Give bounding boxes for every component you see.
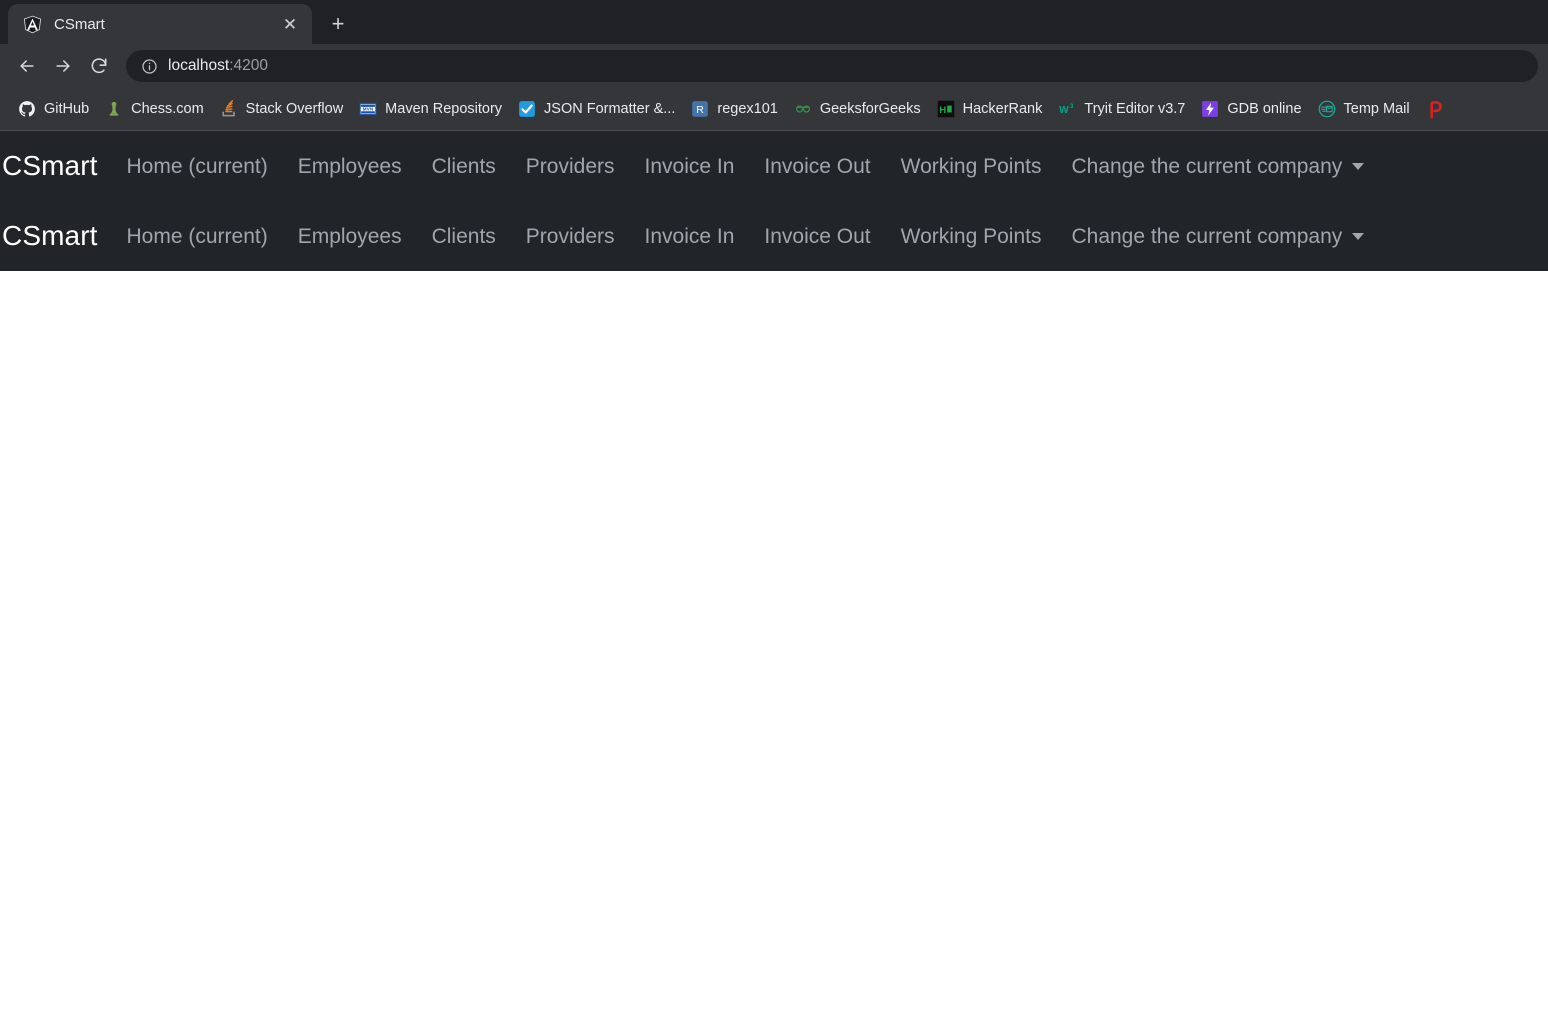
nav-item-employees[interactable]: Employees <box>283 218 417 255</box>
bookmark-chess-com[interactable]: Chess.com <box>97 95 212 123</box>
bookmark-label: Maven Repository <box>385 100 503 117</box>
bookmark-label: regex101 <box>717 100 778 117</box>
browser-toolbar: localhost:4200 <box>0 44 1548 88</box>
stack-overflow-icon <box>220 100 238 118</box>
browser-tab-csmart[interactable]: CSmart ✕ <box>8 4 312 44</box>
github-icon <box>18 100 36 118</box>
bookmark-geeksforgeeks[interactable]: GeeksforGeeks <box>786 95 929 123</box>
nav-item-home[interactable]: Home (current) <box>112 218 283 255</box>
bookmark-hackerrank[interactable]: H HackerRank <box>929 95 1051 123</box>
maven-icon: MVN <box>359 100 377 118</box>
new-tab-button[interactable]: + <box>320 6 356 42</box>
nav-item-clients[interactable]: Clients <box>417 218 511 255</box>
url-text: localhost:4200 <box>168 58 268 74</box>
nav-item-home[interactable]: Home (current) <box>112 148 283 185</box>
nav-item-clients[interactable]: Clients <box>417 148 511 185</box>
url-port: :4200 <box>229 57 268 75</box>
bookmark-stack-overflow[interactable]: Stack Overflow <box>212 95 352 123</box>
bookmark-label: Temp Mail <box>1343 100 1410 117</box>
chevron-down-icon <box>1352 232 1365 240</box>
app-nav-links: Home (current) Employees Clients Provide… <box>112 218 1380 255</box>
bookmark-regex101[interactable]: R regex101 <box>683 95 785 123</box>
back-icon[interactable] <box>10 49 44 83</box>
nav-item-working-points[interactable]: Working Points <box>886 218 1057 255</box>
nav-item-invoice-out[interactable]: Invoice Out <box>749 148 885 185</box>
gdb-lightning-icon <box>1201 100 1219 118</box>
bookmark-label: GDB online <box>1227 100 1302 117</box>
bookmarks-bar: GitHub Chess.com Stack Overflow MVN Mave… <box>0 88 1548 131</box>
hackerrank-icon: H <box>937 100 955 118</box>
bookmark-label: GitHub <box>44 100 90 117</box>
chess-pawn-icon <box>105 100 123 118</box>
company-dropdown[interactable]: Change the current company <box>1056 148 1379 185</box>
bookmark-tryit-editor[interactable]: W 3 Tryit Editor v3.7 <box>1050 95 1193 123</box>
company-dropdown-label: Change the current company <box>1071 154 1343 178</box>
nav-item-working-points[interactable]: Working Points <box>886 148 1057 185</box>
geeksforgeeks-icon <box>794 100 812 118</box>
regex101-icon: R <box>691 100 709 118</box>
bookmark-label: Stack Overflow <box>245 100 344 117</box>
bookmark-pocket[interactable] <box>1418 95 1452 123</box>
w3schools-icon: W 3 <box>1058 100 1076 118</box>
svg-text:H: H <box>939 105 946 115</box>
company-dropdown[interactable]: Change the current company <box>1056 218 1379 255</box>
bookmark-label: HackerRank <box>962 100 1043 117</box>
company-dropdown-label: Change the current company <box>1071 224 1343 248</box>
address-bar[interactable]: localhost:4200 <box>126 50 1538 82</box>
checkbox-blue-icon <box>518 100 536 118</box>
chevron-down-icon <box>1352 162 1365 170</box>
svg-text:MVN: MVN <box>363 107 374 113</box>
svg-text:R: R <box>697 104 705 116</box>
nav-item-invoice-in[interactable]: Invoice In <box>630 218 750 255</box>
site-info-icon[interactable] <box>140 57 158 75</box>
svg-text:W: W <box>1060 105 1070 116</box>
app-navbar-secondary: CSmart Home (current) Employees Clients … <box>0 201 1548 271</box>
tab-strip: CSmart ✕ + <box>0 0 1548 44</box>
web-page-content: CSmart Home (current) Employees Clients … <box>0 131 1548 1029</box>
nav-item-invoice-out[interactable]: Invoice Out <box>749 218 885 255</box>
angular-shield-icon <box>22 14 42 34</box>
url-host: localhost <box>168 57 230 75</box>
pocket-p-icon <box>1426 100 1444 119</box>
bookmark-label: JSON Formatter &... <box>544 100 676 117</box>
app-brand[interactable]: CSmart <box>0 152 112 180</box>
bookmark-gdb-online[interactable]: GDB online <box>1193 95 1309 123</box>
app-brand[interactable]: CSmart <box>0 222 112 250</box>
svg-text:3: 3 <box>1070 104 1074 110</box>
reload-icon[interactable] <box>82 49 116 83</box>
bookmark-github[interactable]: GitHub <box>10 95 97 123</box>
nav-item-providers[interactable]: Providers <box>511 148 630 185</box>
nav-item-invoice-in[interactable]: Invoice In <box>630 148 750 185</box>
browser-window: CSmart ✕ + localhost:4200 GitHub Chess.c… <box>0 0 1548 1029</box>
temp-mail-icon <box>1318 100 1336 118</box>
nav-item-employees[interactable]: Employees <box>283 148 417 185</box>
bookmark-maven-repository[interactable]: MVN Maven Repository <box>351 95 510 123</box>
bookmark-temp-mail[interactable]: Temp Mail <box>1310 95 1418 123</box>
forward-icon[interactable] <box>46 49 80 83</box>
app-nav-links: Home (current) Employees Clients Provide… <box>112 148 1380 185</box>
app-navbar-primary: CSmart Home (current) Employees Clients … <box>0 131 1548 201</box>
bookmark-label: GeeksforGeeks <box>819 100 921 117</box>
bookmark-json-formatter[interactable]: JSON Formatter &... <box>510 95 683 123</box>
bookmark-label: Tryit Editor v3.7 <box>1084 100 1186 117</box>
tab-title: CSmart <box>54 16 105 32</box>
bookmark-label: Chess.com <box>131 100 204 117</box>
nav-item-providers[interactable]: Providers <box>511 218 630 255</box>
close-icon[interactable]: ✕ <box>278 12 302 36</box>
